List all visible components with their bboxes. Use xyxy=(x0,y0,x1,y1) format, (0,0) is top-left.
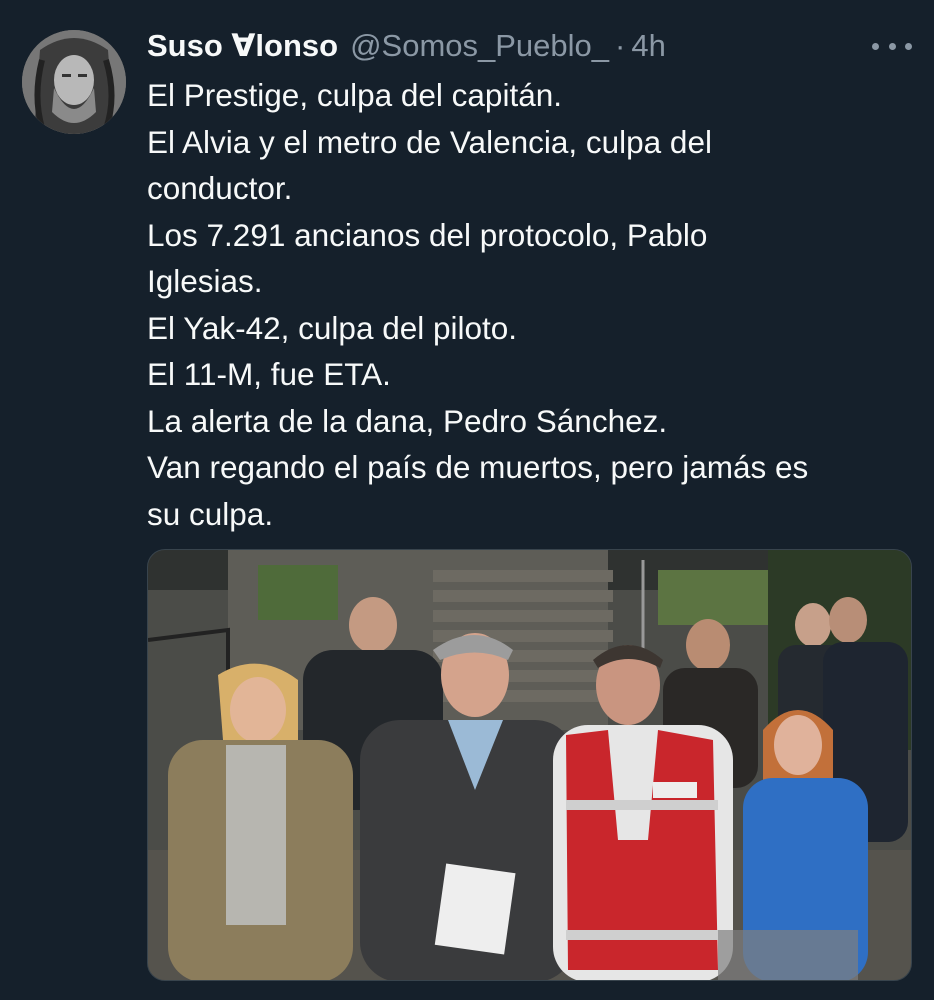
author-display-name[interactable]: Suso ∀lonso xyxy=(147,22,338,70)
avatar-photo xyxy=(22,30,126,134)
more-dot xyxy=(872,42,879,50)
tweet-text-line: Los 7.291 ancianos del protocolo, Pablo xyxy=(147,216,708,253)
tweet-text-line: conductor. xyxy=(147,170,293,206)
tweet-text-line: El Yak-42, culpa del piloto. xyxy=(147,309,518,346)
photo-image xyxy=(148,550,911,980)
tweet-text-line: El 11-M, fue ETA. xyxy=(147,356,391,392)
tweet-text: El Prestige, culpa del capitán. El Alvia… xyxy=(147,72,907,537)
tweet-text-line: El Prestige, culpa del capitán. xyxy=(147,77,562,113)
tweet-text-line: Van regando el país de muertos, pero jam… xyxy=(147,449,809,485)
tweet-text-line: El Alvia y el metro de Valencia, culpa d… xyxy=(147,123,712,160)
author-avatar[interactable] xyxy=(22,30,126,134)
tweet-media-photo[interactable] xyxy=(147,549,912,981)
more-dot xyxy=(888,42,896,50)
tweet-card[interactable]: Suso ∀lonso @Somos_Pueblo_ · 4h El Prest… xyxy=(0,0,934,1000)
tweet-timestamp[interactable]: 4h xyxy=(631,22,665,70)
tweet-header: Suso ∀lonso @Somos_Pueblo_ · 4h xyxy=(147,22,666,70)
more-dot xyxy=(905,42,912,50)
separator-dot: · xyxy=(615,28,626,63)
tweet-text-line: su culpa. xyxy=(147,495,274,532)
tweet-text-line: Iglesias. xyxy=(147,263,263,299)
tweet-text-line: La alerta de la dana, Pedro Sánchez. xyxy=(147,402,668,439)
author-handle[interactable]: @Somos_Pueblo_ xyxy=(350,22,609,70)
more-options-icon[interactable] xyxy=(872,32,912,60)
